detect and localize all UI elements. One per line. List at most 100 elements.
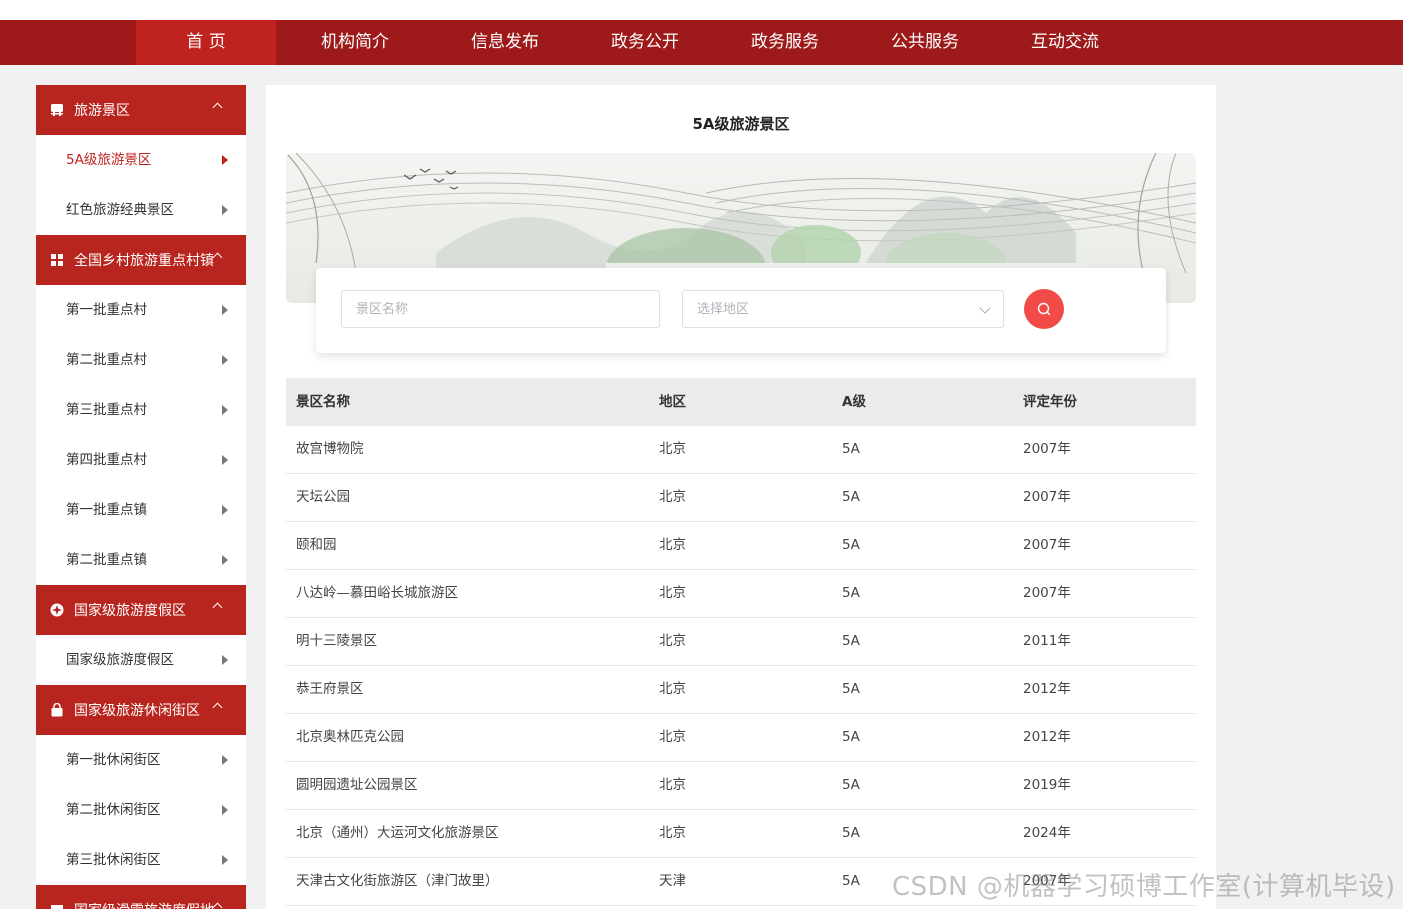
grid-icon	[51, 254, 63, 266]
arrow-right-icon	[222, 405, 228, 415]
sidebar-item-street-batch-2[interactable]: 第二批休闲街区	[36, 785, 246, 835]
sidebar-item-5a-scenic[interactable]: 5A级旅游景区	[36, 135, 246, 185]
scenic-table: 景区名称 地区 A级 评定年份 故宫博物院 北京 5A 2007年 天坛公园 北京 5A 20…	[286, 378, 1196, 906]
sidebar-section-scenic-spots[interactable]: 旅游景区	[36, 85, 246, 135]
nav-interaction[interactable]: 互动交流	[995, 20, 1135, 65]
arrow-right-icon	[222, 455, 228, 465]
sidebar-item-label: 第三批重点村	[66, 402, 147, 418]
table-cell: 八达岭—慕田峪长城旅游区	[296, 585, 458, 601]
table-row: 明十三陵景区 北京 5A 2011年	[286, 618, 1196, 666]
watermark: CSDN @机器学习硕博工作室(计算机毕设)	[892, 872, 1396, 902]
sidebar-item-village-batch-2[interactable]: 第二批重点村	[36, 335, 246, 385]
collapse-caret-icon	[212, 252, 223, 263]
sidebar-section-rural-villages[interactable]: 全国乡村旅游重点村镇	[36, 235, 246, 285]
collapse-caret-icon	[212, 702, 223, 713]
table-cell: 北京	[659, 681, 686, 697]
nav-gov-services[interactable]: 政务服务	[715, 20, 855, 65]
sidebar-section-resorts[interactable]: 国家级旅游度假区	[36, 585, 246, 635]
table-cell: 颐和园	[296, 537, 337, 553]
sidebar-item-label: 国家级旅游度假区	[66, 652, 174, 668]
sidebar-item-label: 第二批休闲街区	[66, 802, 161, 818]
sidebar-item-street-batch-3[interactable]: 第三批休闲街区	[36, 835, 246, 885]
table-cell: 5A	[842, 681, 860, 697]
table-row: 颐和园 北京 5A 2007年	[286, 522, 1196, 570]
table-row: 天坛公园 北京 5A 2007年	[286, 474, 1196, 522]
sidebar-section-ski-resorts[interactable]: 国家级滑雪旅游度假地	[36, 885, 246, 909]
table-cell: 2012年	[1023, 681, 1071, 697]
table-cell: 明十三陵景区	[296, 633, 377, 649]
sidebar-item-label: 第一批重点镇	[66, 502, 147, 518]
nav-home[interactable]: 首 页	[136, 20, 276, 65]
search-button[interactable]	[1024, 289, 1064, 329]
arrow-right-icon	[222, 655, 228, 665]
table-cell: 故宫博物院	[296, 441, 364, 457]
sidebar-section-leisure-streets[interactable]: 国家级旅游休闲街区	[36, 685, 246, 735]
sidebar-item-village-batch-3[interactable]: 第三批重点村	[36, 385, 246, 435]
sidebar-item-town-batch-1[interactable]: 第一批重点镇	[36, 485, 246, 535]
sidebar-item-village-batch-4[interactable]: 第四批重点村	[36, 435, 246, 485]
table-row: 北京奥林匹克公园 北京 5A 2012年	[286, 714, 1196, 762]
nav-gov-affairs[interactable]: 政务公开	[575, 20, 715, 65]
table-cell: 5A	[842, 825, 860, 841]
table-cell: 北京	[659, 633, 686, 649]
guide-board-icon	[51, 104, 63, 116]
section-title: 国家级滑雪旅游度假地	[74, 885, 214, 909]
compass-icon	[50, 603, 64, 617]
arrow-right-icon	[222, 305, 228, 315]
sidebar-item-label: 第三批休闲街区	[66, 852, 161, 868]
table-cell: 2011年	[1023, 633, 1071, 649]
arrow-right-icon	[222, 505, 228, 515]
table-cell: 天坛公园	[296, 489, 350, 505]
table-cell: 北京	[659, 537, 686, 553]
table-cell: 5A	[842, 489, 860, 505]
table-cell: 北京	[659, 585, 686, 601]
table-cell: 2012年	[1023, 729, 1071, 745]
shopping-bag-icon	[51, 703, 63, 717]
snow-icon	[51, 905, 63, 909]
table-cell: 2019年	[1023, 777, 1071, 793]
sidebar-item-label: 红色旅游经典景区	[66, 202, 174, 218]
table-cell: 北京	[659, 825, 686, 841]
table-cell: 天津古文化街旅游区（津门故里）	[296, 873, 499, 889]
main-navbar: 首 页 机构简介 信息发布 政务公开 政务服务 公共服务 互动交流	[0, 20, 1403, 65]
sidebar-item-label: 第一批休闲街区	[66, 752, 161, 768]
sidebar-item-label: 第二批重点村	[66, 352, 147, 368]
table-cell: 北京	[659, 777, 686, 793]
main-panel: 5A级旅游景区 景区名称 选择地区 景区名称 地区 A级 评定年份 故宫博物院 …	[266, 85, 1216, 909]
sidebar-item-street-batch-1[interactable]: 第一批休闲街区	[36, 735, 246, 785]
sidebar-item-label: 第一批重点村	[66, 302, 147, 318]
nav-about[interactable]: 机构简介	[285, 20, 425, 65]
sidebar-item-national-resort[interactable]: 国家级旅游度假区	[36, 635, 246, 685]
table-row: 故宫博物院 北京 5A 2007年	[286, 426, 1196, 474]
nav-public-services[interactable]: 公共服务	[855, 20, 995, 65]
arrow-right-icon	[222, 855, 228, 865]
collapse-caret-icon	[212, 102, 223, 113]
sidebar-item-village-batch-1[interactable]: 第一批重点村	[36, 285, 246, 335]
table-cell: 北京	[659, 729, 686, 745]
collapse-caret-icon	[212, 902, 223, 909]
collapse-caret-icon	[212, 602, 223, 613]
column-header: 评定年份	[1023, 394, 1077, 410]
sidebar-item-town-batch-2[interactable]: 第二批重点镇	[36, 535, 246, 585]
arrow-right-icon	[222, 555, 228, 565]
section-title: 旅游景区	[74, 103, 130, 119]
table-cell: 5A	[842, 585, 860, 601]
table-row: 北京（通州）大运河文化旅游景区 北京 5A 2024年	[286, 810, 1196, 858]
section-title: 国家级旅游度假区	[74, 603, 186, 619]
table-cell: 北京奥林匹克公园	[296, 729, 404, 745]
table-header: 景区名称 地区 A级 评定年份	[286, 378, 1196, 426]
region-select[interactable]: 选择地区	[682, 290, 1004, 328]
table-cell: 北京	[659, 489, 686, 505]
table-cell: 5A	[842, 729, 860, 745]
table-cell: 北京	[659, 441, 686, 457]
table-cell: 天津	[659, 873, 686, 889]
nav-info-release[interactable]: 信息发布	[435, 20, 575, 65]
sidebar-item-red-tourism[interactable]: 红色旅游经典景区	[36, 185, 246, 235]
top-strip	[0, 0, 1403, 20]
arrow-right-icon	[222, 805, 228, 815]
scenic-name-input[interactable]	[341, 290, 660, 328]
table-cell: 5A	[842, 537, 860, 553]
table-cell: 恭王府景区	[296, 681, 364, 697]
table-cell: 2007年	[1023, 489, 1071, 505]
table-cell: 5A	[842, 777, 860, 793]
